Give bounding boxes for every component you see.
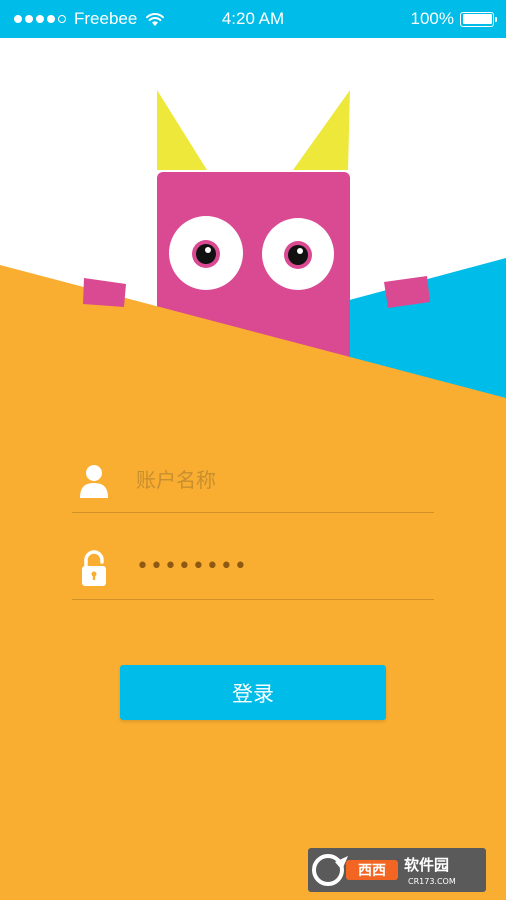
wifi-icon (146, 12, 165, 26)
battery-icon (460, 11, 497, 27)
svg-text:CR173.COM: CR173.COM (408, 877, 456, 886)
svg-text:软件园: 软件园 (404, 856, 449, 874)
monster-left-eye (169, 216, 243, 290)
username-input[interactable] (136, 460, 416, 500)
svg-text:西西: 西西 (358, 863, 386, 879)
watermark-logo: 西西 软件园 CR173.COM (308, 848, 486, 892)
status-right: 100% (410, 0, 497, 38)
password-field: •••••••• (72, 537, 434, 600)
carrier-name: Freebee (74, 9, 138, 28)
status-bar: Freebee 4:20 AM 100% (0, 0, 506, 38)
user-icon (80, 465, 108, 498)
password-input[interactable]: •••••••• (136, 547, 248, 587)
monster-right-eye (262, 218, 334, 290)
username-field (72, 450, 434, 513)
signal-strength-icon (14, 15, 66, 23)
battery-percent: 100% (410, 9, 454, 28)
lock-icon (82, 550, 106, 586)
status-left: Freebee (14, 0, 165, 38)
login-button[interactable]: 登录 (120, 665, 386, 720)
